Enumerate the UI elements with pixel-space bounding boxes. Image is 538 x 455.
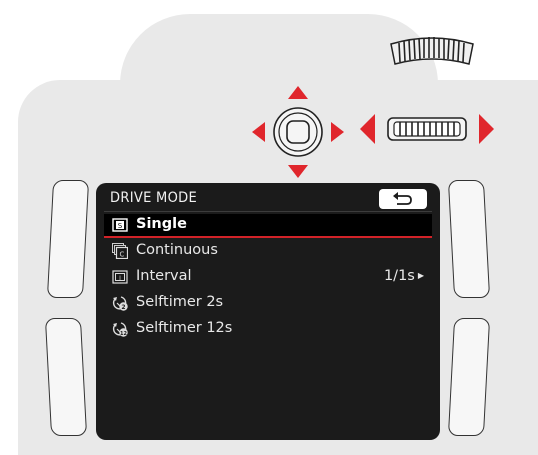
svg-text:C: C	[120, 251, 125, 259]
menu-title: DRIVE MODE	[110, 190, 198, 206]
menu-item-interval[interactable]: I Interval 1/1s ▶	[104, 266, 432, 288]
svg-text:12: 12	[120, 331, 127, 337]
return-arrow-icon	[393, 192, 412, 205]
right-upper-button[interactable]	[447, 180, 491, 298]
menu-item-continuous[interactable]: C Continuous	[104, 240, 432, 262]
lcd-screen: DRIVE MODE S Single C Continuous I Inter…	[96, 183, 440, 440]
arrow-down-icon	[288, 165, 308, 178]
single-shot-icon: S	[112, 218, 128, 232]
interval-icon: I	[112, 270, 128, 284]
svg-text:S: S	[118, 222, 123, 230]
svg-text:2: 2	[121, 304, 125, 311]
arrow-left-icon	[360, 114, 375, 144]
arrow-right-icon	[331, 122, 344, 142]
menu-item-label: Interval	[136, 268, 192, 284]
rear-thumbwheel[interactable]	[358, 110, 496, 148]
interval-value-text: 1/1s	[383, 268, 415, 284]
top-thumbwheel-icon[interactable]	[387, 34, 477, 70]
selftimer-2s-icon: 2	[112, 296, 128, 311]
menu-item-single[interactable]: S Single	[104, 214, 432, 238]
camera-body-edge	[522, 80, 538, 200]
menu-item-label: Selftimer 2s	[136, 294, 224, 310]
menu-item-selftimer-2s[interactable]: 2 Selftimer 2s	[104, 292, 432, 314]
menu-item-label: Single	[136, 216, 187, 232]
arrow-up-icon	[288, 86, 308, 99]
arrow-right-icon	[479, 114, 494, 144]
arrow-left-icon	[252, 122, 265, 142]
menu-item-label: Selftimer 12s	[136, 320, 233, 336]
svg-text:I: I	[119, 275, 121, 282]
menu-item-label: Continuous	[136, 242, 218, 258]
continuous-shot-icon: C	[112, 243, 128, 259]
submenu-arrow-icon: ▶	[417, 271, 424, 280]
direction-pad[interactable]	[250, 84, 346, 180]
left-upper-button[interactable]	[46, 180, 90, 298]
back-button[interactable]	[379, 189, 427, 209]
title-divider	[104, 211, 432, 212]
interval-value: 1/1s ▶	[384, 268, 424, 284]
right-lower-button[interactable]	[447, 318, 491, 436]
left-lower-button[interactable]	[44, 318, 88, 436]
menu-item-selftimer-12s[interactable]: 12 Selftimer 12s	[104, 318, 432, 340]
selftimer-12s-icon: 12	[112, 322, 128, 337]
